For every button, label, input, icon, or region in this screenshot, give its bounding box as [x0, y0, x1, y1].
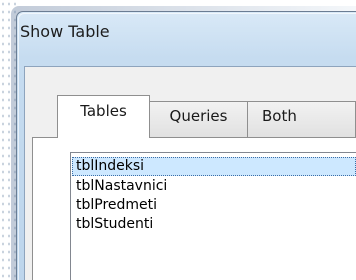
tab-tables[interactable]: Tables: [57, 95, 150, 138]
tab-queries[interactable]: Queries: [149, 101, 248, 137]
list-item[interactable]: tblPredmeti: [74, 196, 356, 215]
list-item[interactable]: tblNastavnici: [74, 177, 356, 196]
list-item[interactable]: tblIndeksi: [72, 157, 356, 176]
dialog-title: Show Table: [20, 22, 110, 41]
list-item[interactable]: tblStudenti: [74, 215, 356, 234]
tab-both[interactable]: Both: [247, 101, 356, 137]
tables-listbox[interactable]: tblIndeksi tblNastavnici tblPredmeti tbl…: [70, 152, 356, 280]
